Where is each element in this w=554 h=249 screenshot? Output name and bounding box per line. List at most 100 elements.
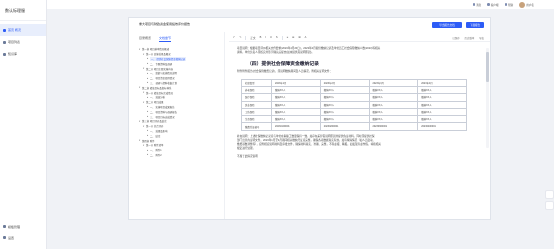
- sidebar-item-label: 设置: [8, 235, 15, 240]
- table-cell[interactable]: 缴纳XX人: [271, 93, 321, 102]
- toolbar-button[interactable]: I: [265, 36, 266, 39]
- outline-item-label: 一、 效益分析: [150, 96, 166, 100]
- avatar: [519, 1, 526, 8]
- user-menu[interactable]: 用户名: [519, 1, 534, 8]
- tab-chapters[interactable]: 文档章节: [159, 36, 172, 42]
- bell-icon: [472, 3, 476, 6]
- toolbar-right-item[interactable]: 历史版本: [465, 36, 475, 40]
- app-logo: 数认标理服: [0, 0, 46, 21]
- scrollbar[interactable]: [486, 48, 489, 148]
- toolbar-button[interactable]: ↷: [239, 36, 241, 39]
- outline-item-label: 二、 附件2: [150, 153, 162, 157]
- table-cell[interactable]: 缴纳XX人: [368, 100, 419, 109]
- toolbar-button[interactable]: ☰: [292, 36, 294, 39]
- table-cell[interactable]: 缴纳XX人: [271, 115, 321, 124]
- client-button[interactable]: 客户端: [487, 3, 499, 7]
- table-cell[interactable]: 缴纳XX人: [319, 85, 370, 95]
- outline-item-label: 三、 项目目标达成情况: [150, 115, 175, 119]
- table-cell[interactable]: 20230400001: [417, 122, 467, 131]
- table-cell[interactable]: 缴纳XX人: [368, 93, 419, 102]
- outline-item-label: 第三章 项目评价及结论: [142, 120, 167, 124]
- note-line: 规定进行处理。: [237, 147, 256, 151]
- outline-item-label: 一、 组织与实施情况说明: [150, 72, 177, 76]
- toolbar-separator: [281, 35, 283, 40]
- table-cell[interactable]: 缴纳XX人: [319, 107, 370, 117]
- table-cell[interactable]: 缴纳XX人: [417, 100, 467, 109]
- toolbar-button[interactable]: ≡: [287, 36, 289, 39]
- toolbar-button[interactable]: ↶: [233, 36, 235, 39]
- table-cell[interactable]: 缴纳XX人: [319, 115, 370, 124]
- sidebar-item-knowledge[interactable]: 知识库: [0, 48, 46, 60]
- table-cell[interactable]: 20230300001: [368, 122, 419, 131]
- toolbar-button[interactable]: S: [276, 36, 278, 39]
- table-header-cell: 2023年4月: [417, 78, 467, 87]
- sidebar-item-settings[interactable]: 设置: [0, 232, 46, 243]
- document-window: 重大项目与财政资金使用绩效评价报告 导出报告文档 下载报告 目录概览 文档章节 …: [128, 17, 491, 220]
- table-cell[interactable]: 缴纳XX人: [319, 100, 370, 109]
- sidebar-item-templates[interactable]: 模板管理: [0, 221, 46, 232]
- table-cell[interactable]: 缴纳XX人: [271, 100, 321, 109]
- table-cell[interactable]: 缴纳XX人: [417, 93, 467, 102]
- outline-tree: ▾ 第一章 项目基本情况概述 ▾ 第一节 实施背景及概况 ▸ 一、 提供社会保障资金缴纳记…: [139, 47, 229, 157]
- table-cell[interactable]: 20230100001: [271, 122, 321, 131]
- table-cell[interactable]: 医疗保险: [241, 93, 272, 102]
- table-cell[interactable]: 缴纳XX人: [368, 107, 419, 117]
- table-cell[interactable]: 养老保险: [241, 85, 272, 95]
- table-header-cell: 社保类型: [241, 78, 272, 87]
- table-header-cell: 2023年3月: [368, 78, 419, 87]
- help-button[interactable]: 帮助: [504, 3, 513, 7]
- tab-overview[interactable]: 目录概览: [139, 36, 151, 42]
- table-cell[interactable]: 缴纳XX人: [417, 85, 467, 95]
- help-icon: [504, 3, 508, 6]
- table-cell[interactable]: 缴费凭证编号: [241, 122, 272, 131]
- table-cell[interactable]: 生育保险: [241, 115, 272, 124]
- table-cell[interactable]: 工伤保险: [241, 107, 272, 117]
- toolbar-right-item[interactable]: 导出: [479, 36, 484, 40]
- toolbar-button[interactable]: ⊞: [298, 36, 300, 39]
- table-cell[interactable]: 缴纳XX人: [319, 93, 370, 102]
- download-report-button[interactable]: 下载报告: [466, 22, 484, 28]
- outline-item-label: 一、 实施项目成果报告: [150, 105, 175, 109]
- chat-icon[interactable]: [545, 190, 554, 199]
- document-title: 重大项目与财政资金使用绩效评价报告: [139, 22, 191, 26]
- toolbar-button[interactable]: 正文: [250, 36, 255, 40]
- outline-item-label: 第四章 附件: [142, 139, 155, 143]
- section-subline: 附件附件报告(社会保险缴费记录)，须说明缴纳期间及人员情况，附相关证明文件：: [237, 70, 333, 74]
- outline-item[interactable]: ▸ 二、 附件2: [139, 153, 229, 158]
- divider: [224, 32, 225, 219]
- feedback-icon[interactable]: [545, 201, 554, 210]
- outline-item-label: 第一章 项目基本情况概述: [142, 48, 169, 52]
- outline-item-label: 第二节 项目主要实施内容: [146, 67, 173, 71]
- toolbar-button[interactable]: B: [260, 36, 262, 39]
- outline-item-label: 第一节 绩效目标完成情况: [146, 91, 173, 95]
- table-cell[interactable]: 失业保险: [241, 100, 272, 109]
- outline-item-label: 第二节 项目成果: [146, 101, 164, 105]
- editor-toolbar-right: 已保存 历史版本 导出: [452, 36, 484, 40]
- table-cell[interactable]: 缴纳XX人: [368, 115, 419, 124]
- intro-line: 资料，单位负责人须核实并签字确认后提交(如未提供需说明原因)。: [237, 51, 314, 55]
- outline-item-label: 二、 结论: [150, 134, 161, 138]
- table-cell[interactable]: 缴纳XX人: [417, 115, 467, 124]
- table-cell[interactable]: 缴纳XX人: [368, 85, 419, 95]
- table-cell[interactable]: 缴纳XX人: [417, 107, 467, 117]
- toolbar-separator: [245, 35, 247, 40]
- outline-item-label: 一、 效果及影响: [150, 129, 168, 133]
- outline-item-label: 三、 调研与资料收集计划: [150, 81, 177, 85]
- table-cell[interactable]: 缴纳XX人: [271, 107, 321, 117]
- table-row: 养老保险 缴纳XX人 缴纳XX人 缴纳XX人 缴纳XX人: [241, 85, 467, 95]
- export-report-button[interactable]: 导出报告文档: [432, 22, 462, 28]
- document-body[interactable]: 项目说明：根据项目评价相关文件要求(2023年4月20日)，2023年4月提供缴…: [237, 45, 479, 159]
- messages-button[interactable]: 消息: [472, 3, 481, 7]
- section-heading: （四）提供社会保障资金缴纳记录: [247, 62, 319, 68]
- sidebar-item-label: 首页 概况: [8, 28, 21, 32]
- book-icon: [3, 52, 6, 56]
- table-cell[interactable]: 缴纳XX人: [271, 85, 321, 95]
- sidebar-item-projects[interactable]: 项目列表: [0, 36, 46, 48]
- toolbar-button[interactable]: U: [270, 36, 272, 39]
- scrollbar-thumb[interactable]: [486, 52, 489, 82]
- toolbar-button[interactable]: A: [305, 36, 307, 39]
- toolbar-right-item[interactable]: 已保存: [452, 36, 459, 40]
- table-cell[interactable]: 20230200001: [319, 122, 370, 131]
- intro-paragraph: 项目说明：根据项目评价相关文件要求(2023年4月20日)，2023年4月提供缴…: [237, 47, 479, 55]
- sidebar-item-home[interactable]: 首页 概况: [0, 24, 46, 36]
